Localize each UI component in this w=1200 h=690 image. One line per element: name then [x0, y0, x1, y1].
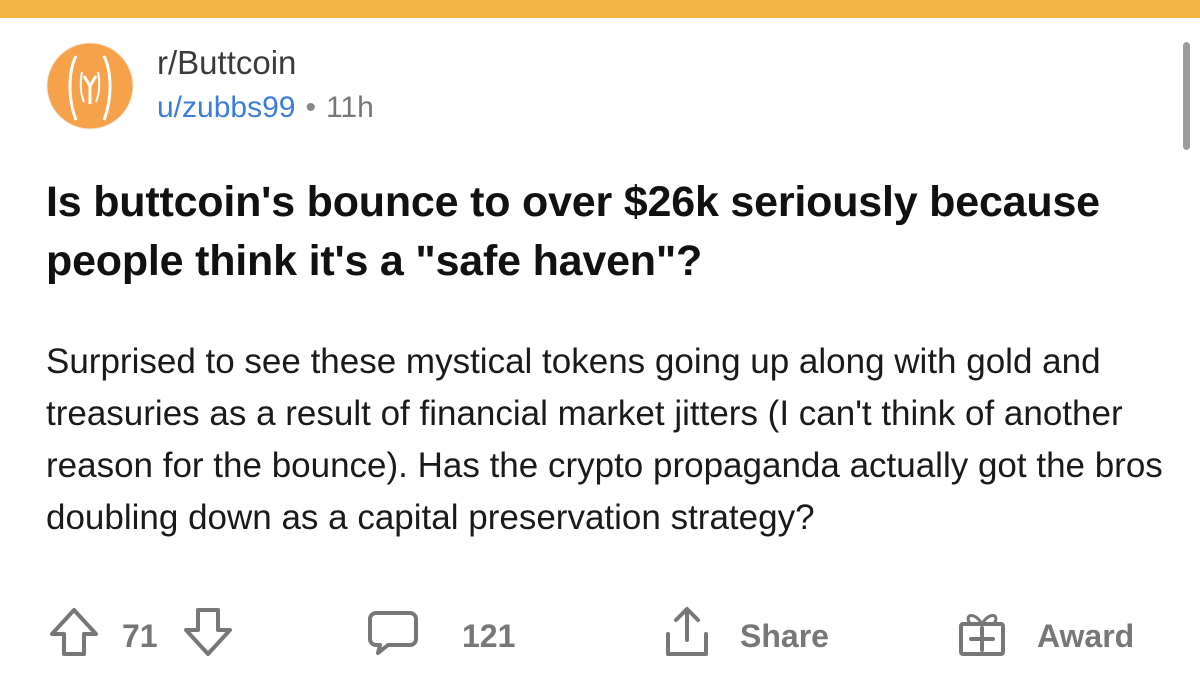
award-label: Award: [1037, 617, 1135, 654]
comments-button[interactable]: 121: [366, 606, 515, 666]
comment-icon: [366, 605, 420, 667]
comment-count: 121: [462, 617, 516, 654]
vote-controls: 71: [46, 606, 236, 666]
share-label: Share: [740, 617, 829, 654]
subreddit-avatar-icon[interactable]: [46, 42, 134, 130]
post-title[interactable]: Is buttcoin's bounce to over $26k seriou…: [46, 173, 1166, 291]
app-top-bar: [0, 0, 1200, 18]
author-link[interactable]: u/zubbs99: [157, 91, 295, 124]
award-icon: [955, 604, 1009, 668]
upvote-count: 71: [122, 617, 158, 654]
meta-separator: •: [305, 91, 316, 124]
post-meta: u/zubbs99 • 11h: [157, 90, 374, 126]
share-button[interactable]: Share: [660, 606, 829, 666]
subreddit-name[interactable]: r/Buttcoin: [157, 44, 296, 82]
downvote-icon[interactable]: [180, 604, 236, 668]
post-body: Surprised to see these mystical tokens g…: [46, 342, 1163, 537]
award-button[interactable]: Award: [955, 606, 1134, 666]
scrollbar[interactable]: [1183, 42, 1190, 150]
share-icon: [660, 604, 714, 668]
post-age: 11h: [325, 91, 374, 124]
upvote-icon[interactable]: [46, 604, 102, 668]
